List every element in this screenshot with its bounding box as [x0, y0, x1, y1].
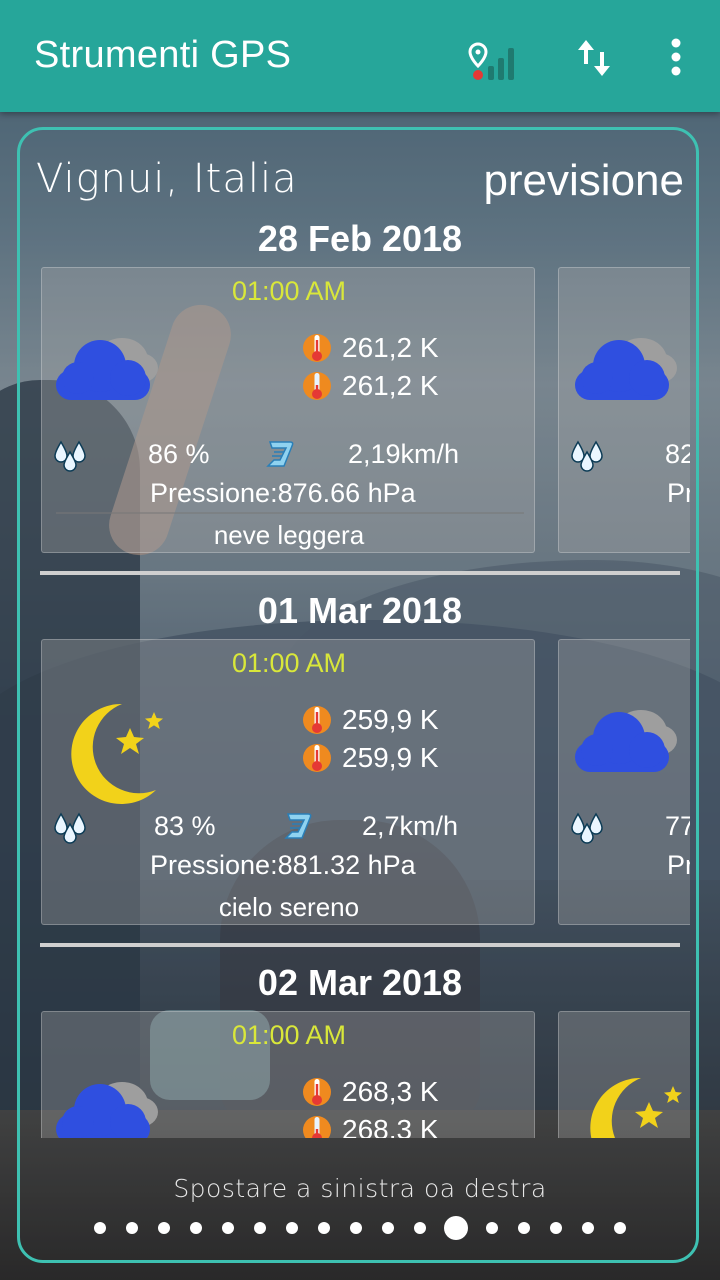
- app-title: Strumenti GPS: [34, 34, 292, 76]
- overflow-menu-icon[interactable]: [662, 36, 690, 80]
- forecast-list[interactable]: 28 Feb 2018 01:00 AM 261,2 K 261,2 K 86 …: [30, 210, 690, 1138]
- city-label: Vignui, Italia: [36, 156, 298, 202]
- temp-max: 259,9 K: [342, 704, 439, 735]
- pressure-value: Pressione:876.66 hPa: [150, 478, 416, 508]
- day-divider: [40, 943, 680, 947]
- temp-min-row: 268,3 K: [302, 1112, 439, 1138]
- page-dot[interactable]: [350, 1222, 362, 1234]
- page-dot[interactable]: [550, 1222, 562, 1234]
- page-dot[interactable]: [254, 1222, 266, 1234]
- forecast-card-next[interactable]: 77 Pr: [558, 639, 690, 925]
- page-dot[interactable]: [382, 1222, 394, 1234]
- swap-vert-icon[interactable]: [574, 36, 614, 80]
- temp-max-row: 261,2 K: [302, 330, 439, 366]
- thermometer-hot-icon: [302, 1075, 332, 1109]
- page-dot[interactable]: [414, 1222, 426, 1234]
- forecast-time: 01:00 AM: [231, 648, 347, 678]
- humidity-value: 86 %: [148, 439, 210, 469]
- pressure-value: Pr: [667, 850, 690, 880]
- forecast-time: 01:00 AM: [231, 1020, 347, 1050]
- temp-min: 261,2 K: [342, 370, 439, 401]
- humidity-icon: [52, 810, 88, 844]
- app-bar: Strumenti GPS: [0, 0, 720, 112]
- page-indicator[interactable]: [0, 1210, 720, 1246]
- swipe-hint: Spostare a sinistra oa destra: [173, 1174, 547, 1203]
- temp-max: 261,2 K: [342, 332, 439, 363]
- forecast-card-next[interactable]: [558, 1011, 690, 1138]
- temp-max-row: 259,9 K: [302, 702, 439, 738]
- forecast-title: previsione: [483, 156, 684, 205]
- cloud-icon: [52, 1070, 162, 1138]
- cloud-icon: [571, 698, 681, 778]
- temp-max: 268,3 K: [342, 1076, 439, 1107]
- humidity-icon: [569, 438, 605, 472]
- gps-signal-icon[interactable]: [468, 40, 524, 82]
- card-divider: [56, 512, 524, 514]
- forecast-date: 02 Mar 2018: [257, 962, 463, 1003]
- page-dot[interactable]: [126, 1222, 138, 1234]
- day-divider: [40, 571, 680, 575]
- thermometer-hot-icon: [302, 741, 332, 775]
- moon-icon: [579, 1072, 683, 1138]
- humidity-value: 77: [665, 811, 690, 841]
- wind-icon: [266, 436, 296, 470]
- weather-description: cielo sereno: [218, 892, 360, 922]
- page-dot[interactable]: [614, 1222, 626, 1234]
- forecast-card[interactable]: 01:00 AM 259,9 K 259,9 K 83 % 2,7km/h Pr…: [41, 639, 535, 925]
- cloud-icon: [52, 326, 162, 406]
- humidity-value: 83 %: [154, 811, 216, 841]
- forecast-day: 28 Feb 2018 01:00 AM 261,2 K 261,2 K 86 …: [30, 210, 690, 582]
- forecast-day: 02 Mar 2018 01:00 AM 268,3 K 268,3 K: [30, 954, 690, 1138]
- temp-min: 268,3 K: [342, 1114, 439, 1138]
- forecast-date: 01 Mar 2018: [257, 590, 463, 631]
- page-dot[interactable]: [486, 1222, 498, 1234]
- thermometer-hot-icon: [302, 331, 332, 365]
- forecast-card[interactable]: 01:00 AM 261,2 K 261,2 K 86 % 2,19km/h P…: [41, 267, 535, 553]
- weather-description: neve leggera: [213, 520, 365, 550]
- moon-icon: [60, 698, 164, 808]
- wind-speed: 2,7km/h: [362, 811, 459, 841]
- page-dot[interactable]: [582, 1222, 594, 1234]
- temp-min-row: 259,9 K: [302, 740, 439, 776]
- wind-speed: 2,19km/h: [348, 439, 460, 469]
- humidity-icon: [569, 810, 605, 844]
- page-dot[interactable]: [318, 1222, 330, 1234]
- forecast-day: 01 Mar 2018 01:00 AM 259,9 K 259,9 K 83 …: [30, 582, 690, 954]
- page-dot[interactable]: [158, 1222, 170, 1234]
- page-dot-active[interactable]: [444, 1216, 468, 1240]
- forecast-date: 28 Feb 2018: [257, 218, 463, 259]
- temp-min-row: 261,2 K: [302, 368, 439, 404]
- temp-min: 259,9 K: [342, 742, 439, 773]
- page-dot[interactable]: [222, 1222, 234, 1234]
- cloud-icon: [571, 326, 681, 406]
- thermometer-hot-icon: [302, 703, 332, 737]
- page-dot[interactable]: [286, 1222, 298, 1234]
- temp-max-row: 268,3 K: [302, 1074, 439, 1110]
- pressure-value: Pressione:881.32 hPa: [150, 850, 416, 880]
- wind-icon: [284, 808, 314, 842]
- thermometer-cold-icon: [302, 369, 332, 403]
- thermometer-cold-icon: [302, 1113, 332, 1138]
- page-dot[interactable]: [94, 1222, 106, 1234]
- page-dot[interactable]: [518, 1222, 530, 1234]
- pressure-value: Pr: [667, 478, 690, 508]
- humidity-value: 82: [665, 439, 690, 469]
- forecast-card[interactable]: 01:00 AM 268,3 K 268,3 K: [41, 1011, 535, 1138]
- forecast-time: 01:00 AM: [231, 276, 347, 306]
- forecast-card-next[interactable]: 82 Pr: [558, 267, 690, 553]
- humidity-icon: [52, 438, 88, 472]
- page-dot[interactable]: [190, 1222, 202, 1234]
